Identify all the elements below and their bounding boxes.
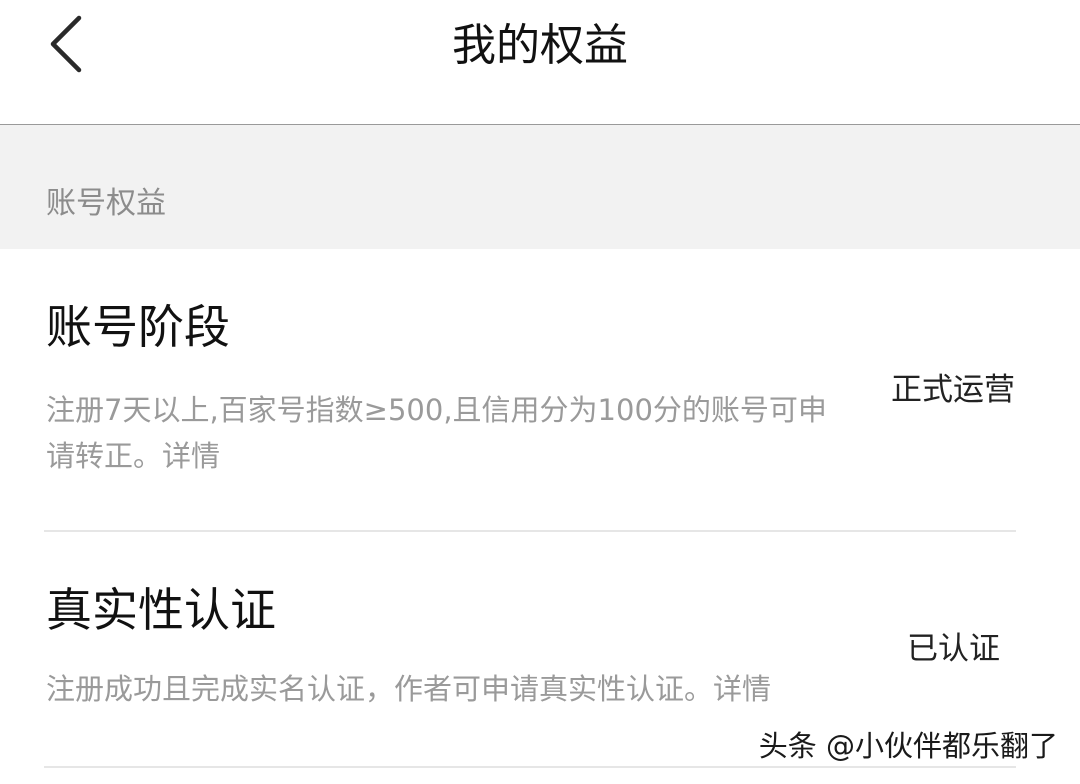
top-bar: 我的权益 (0, 0, 1080, 125)
section-title: 账号权益 (46, 186, 166, 221)
authenticity-verification-status: 已认证 (907, 631, 1000, 667)
account-stage-description-line-1: 注册7天以上,百家号指数≥500,且信用分为100分的账号可申 (46, 393, 827, 427)
authenticity-verification-title: 真实性认证 (46, 583, 276, 637)
page-title: 我的权益 (452, 20, 628, 71)
account-stage-status: 正式运营 (891, 372, 1015, 408)
watermark: 头条 @小伙伴都乐翻了 (758, 729, 1058, 763)
authenticity-verification-description: 注册成功且完成实名认证，作者可申请真实性认证。详情 (46, 672, 772, 706)
account-stage-title: 账号阶段 (46, 300, 230, 354)
list-item-account-stage[interactable]: 账号阶段 注册7天以上,百家号指数≥500,且信用分为100分的账号可申 请转正… (0, 249, 1080, 531)
divider (44, 766, 1016, 768)
account-stage-description-line-2: 请转正。详情 (46, 439, 221, 473)
